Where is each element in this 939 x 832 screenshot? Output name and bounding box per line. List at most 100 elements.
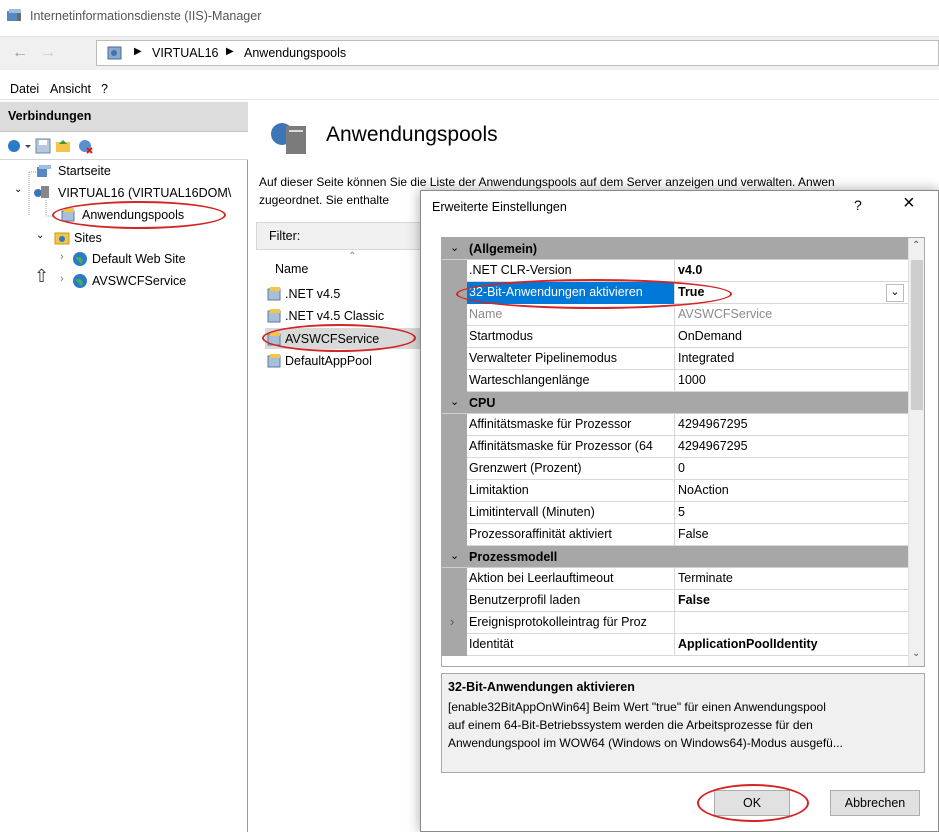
chevron-right-icon[interactable]: › bbox=[60, 251, 64, 263]
property-value[interactable]: False bbox=[676, 590, 908, 612]
property-name: Prozessoraffinität aktiviert bbox=[467, 524, 675, 546]
property-value[interactable]: 0 bbox=[676, 458, 908, 480]
property-value[interactable]: ApplicationPoolIdentity bbox=[676, 634, 908, 656]
chevron-down-icon[interactable]: ⌄ bbox=[36, 230, 44, 241]
property-row[interactable]: Benutzerprofil laden False bbox=[442, 590, 908, 612]
mouse-cursor-icon: ⇧ bbox=[34, 266, 50, 286]
back-arrow-icon[interactable]: ← bbox=[12, 44, 28, 62]
property-row[interactable]: Affinitätsmaske für Prozessor (64 4294967… bbox=[442, 436, 908, 458]
menu-help[interactable]: ? bbox=[101, 82, 108, 96]
property-description-panel: 32-Bit-Anwendungen aktivieren [enable32B… bbox=[441, 673, 925, 773]
breadcrumb-item-server[interactable]: VIRTUAL16 bbox=[152, 46, 218, 60]
scrollbar-thumb[interactable] bbox=[911, 260, 923, 410]
window-title: Internetinformationsdienste (IIS)-Manage… bbox=[30, 9, 262, 23]
chevron-down-icon[interactable]: ⌄ bbox=[450, 549, 459, 562]
sites-folder-icon bbox=[54, 232, 70, 245]
property-name: Aktion bei Leerlauftimeout bbox=[467, 568, 675, 590]
property-row[interactable]: Grenzwert (Prozent) 0 bbox=[442, 458, 908, 480]
chevron-down-icon[interactable]: ⌄ bbox=[14, 184, 22, 195]
property-value[interactable]: NoAction bbox=[676, 480, 908, 502]
column-header-name[interactable]: Name bbox=[275, 262, 308, 276]
list-item[interactable]: .NET v4.5 bbox=[285, 287, 340, 301]
description-line: [enable32BitAppOnWin64] Beim Wert "true"… bbox=[448, 700, 826, 714]
tree-item-start[interactable]: Startseite bbox=[58, 164, 111, 178]
chevron-right-icon[interactable]: › bbox=[450, 614, 454, 629]
menu-bar bbox=[0, 78, 939, 100]
property-value[interactable]: False bbox=[676, 524, 908, 546]
property-name: Warteschlangenlänge bbox=[467, 370, 675, 392]
property-name: Limitaktion bbox=[467, 480, 675, 502]
property-value[interactable] bbox=[676, 612, 908, 634]
tree-item-sites[interactable]: Sites bbox=[74, 231, 102, 245]
list-item[interactable]: .NET v4.5 Classic bbox=[285, 309, 384, 323]
forward-arrow-icon[interactable]: → bbox=[40, 44, 56, 62]
chevron-down-icon[interactable]: ⌄ bbox=[450, 241, 459, 254]
tree-item-avswcfservice[interactable]: AVSWCFService bbox=[92, 274, 186, 288]
category-general[interactable]: ⌄ (Allgemein) bbox=[442, 238, 908, 260]
menu-datei[interactable]: Datei bbox=[10, 82, 39, 96]
property-value[interactable]: AVSWCFService bbox=[676, 304, 908, 326]
property-row[interactable]: .NET CLR-Version v4.0 bbox=[442, 260, 908, 282]
property-row[interactable]: Aktion bei Leerlauftimeout Terminate bbox=[442, 568, 908, 590]
category-cpu[interactable]: ⌄ CPU bbox=[442, 392, 908, 414]
property-value[interactable]: 4294967295 bbox=[676, 436, 908, 458]
property-row[interactable]: Limitintervall (Minuten) 5 bbox=[442, 502, 908, 524]
scroll-up-icon[interactable]: ⌃ bbox=[912, 240, 920, 251]
server-icon bbox=[107, 46, 122, 60]
property-name: Grenzwert (Prozent) bbox=[467, 458, 675, 480]
highlight-ellipse bbox=[52, 201, 226, 229]
connect-icon[interactable] bbox=[7, 138, 33, 154]
folder-up-icon[interactable] bbox=[55, 138, 71, 154]
property-name: Benutzerprofil laden bbox=[467, 590, 675, 612]
property-row[interactable]: Prozessoraffinität aktiviert False bbox=[442, 524, 908, 546]
dialog-close-button[interactable]: × bbox=[903, 192, 915, 215]
breadcrumb-item-app-pools[interactable]: Anwendungspools bbox=[244, 46, 346, 60]
tree-item-default-web-site[interactable]: Default Web Site bbox=[92, 252, 186, 266]
tree-item-server[interactable]: VIRTUAL16 (VIRTUAL16DOM\ bbox=[58, 186, 248, 200]
description-line: Anwendungspool im WOW64 (Windows on Wind… bbox=[448, 736, 843, 750]
window-titlebar: Internetinformationsdienste (IIS)-Manage… bbox=[0, 0, 939, 32]
property-row[interactable]: Limitaktion NoAction bbox=[442, 480, 908, 502]
highlight-ellipse bbox=[697, 784, 809, 822]
connections-header-bar: Verbindungen bbox=[0, 102, 248, 132]
chevron-right-icon[interactable]: › bbox=[60, 273, 64, 285]
menu-ansicht[interactable]: Ansicht bbox=[50, 82, 91, 96]
property-value[interactable]: Terminate bbox=[676, 568, 908, 590]
property-row[interactable]: Verwalteter Pipelinemodus Integrated bbox=[442, 348, 908, 370]
property-value[interactable]: 1000 bbox=[676, 370, 908, 392]
property-value[interactable]: OnDemand bbox=[676, 326, 908, 348]
app-pool-icon bbox=[267, 309, 281, 323]
breadcrumb[interactable] bbox=[96, 40, 939, 66]
category-process-model[interactable]: ⌄ Prozessmodell bbox=[442, 546, 908, 568]
save-icon[interactable] bbox=[35, 138, 51, 154]
vertical-scrollbar[interactable]: ⌃ ⌄ bbox=[908, 238, 924, 666]
property-value[interactable]: v4.0 bbox=[676, 260, 908, 282]
property-row[interactable]: › Ereignisprotokolleintrag für Proz bbox=[442, 612, 908, 634]
property-row[interactable]: Startmodus OnDemand bbox=[442, 326, 908, 348]
property-name: Verwalteter Pipelinemodus bbox=[467, 348, 675, 370]
list-item[interactable]: DefaultAppPool bbox=[285, 354, 372, 368]
property-row[interactable]: Warteschlangenlänge 1000 bbox=[442, 370, 908, 392]
category-label: CPU bbox=[469, 396, 496, 410]
highlight-ellipse bbox=[456, 279, 732, 309]
property-name: Affinitätsmaske für Prozessor bbox=[467, 414, 675, 436]
scroll-down-icon[interactable]: ⌄ bbox=[912, 648, 920, 659]
property-value[interactable]: 5 bbox=[676, 502, 908, 524]
category-label: (Allgemein) bbox=[469, 242, 538, 256]
dialog-help-button[interactable]: ? bbox=[854, 197, 862, 213]
property-value[interactable]: Integrated bbox=[676, 348, 908, 370]
connections-toolbar bbox=[0, 132, 248, 160]
cancel-button[interactable]: Abbrechen bbox=[830, 790, 920, 816]
breadcrumb-separator-icon: ▶ bbox=[226, 46, 234, 57]
dropdown-chevron-icon[interactable]: ⌄ bbox=[886, 284, 904, 302]
property-value[interactable]: 4294967295 bbox=[676, 414, 908, 436]
disconnect-icon[interactable] bbox=[78, 138, 94, 154]
property-row[interactable]: Identität ApplicationPoolIdentity bbox=[442, 634, 908, 656]
filter-label: Filter: bbox=[269, 229, 301, 243]
chevron-down-icon[interactable]: ⌄ bbox=[450, 395, 459, 408]
property-row[interactable]: Affinitätsmaske für Prozessor 4294967295 bbox=[442, 414, 908, 436]
property-row[interactable]: Name AVSWCFService bbox=[442, 304, 908, 326]
connections-header: Verbindungen bbox=[8, 109, 92, 123]
breadcrumb-separator-icon: ▶ bbox=[134, 46, 142, 57]
highlight-ellipse bbox=[262, 324, 416, 352]
